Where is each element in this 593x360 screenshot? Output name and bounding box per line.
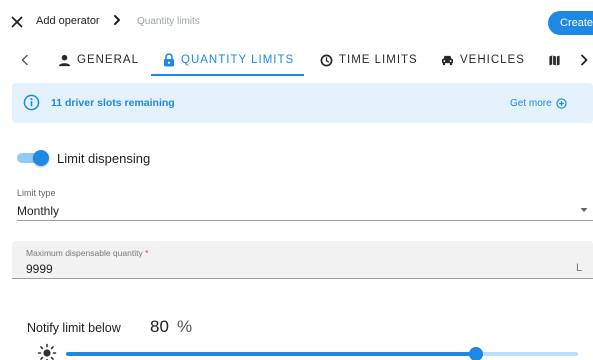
slider-thumb[interactable] (468, 347, 483, 360)
tab-vehicles-label: VEHICLES (460, 54, 525, 66)
tab-vehicles[interactable]: VEHICLES (441, 44, 525, 76)
breadcrumb-add-operator[interactable]: Add operator (36, 15, 100, 27)
tab-quantity-limits-label: QUANTITY LIMITS (181, 54, 295, 66)
notify-limit-label: Notify limit below (27, 321, 121, 335)
map-icon (549, 54, 560, 66)
max-quantity-value[interactable]: 9999 (26, 262, 53, 276)
person-icon (58, 54, 71, 66)
info-icon (23, 94, 40, 111)
add-circle-icon (556, 97, 567, 109)
notify-limit-slider[interactable] (66, 347, 578, 360)
limit-dispensing-toggle[interactable] (17, 150, 49, 166)
tab-general-label: GENERAL (77, 54, 139, 66)
notify-limit-unit: % (177, 317, 193, 336)
breadcrumb-quantity-limits: Quantity limits (137, 16, 200, 27)
tab-map[interactable] (548, 44, 567, 76)
header: Add operator Quantity limits Create (0, 0, 593, 44)
limit-dispensing-label: Limit dispensing (57, 151, 151, 166)
chevron-left-icon[interactable] (18, 52, 32, 68)
limit-type-value: Monthly (17, 204, 60, 218)
car-icon (441, 55, 454, 66)
clock-icon (320, 54, 333, 66)
tab-quantity-limits[interactable]: QUANTITY LIMITS (163, 44, 294, 76)
toggle-knob (33, 150, 49, 166)
tab-bar: GENERAL QUANTITY LIMITS TIME LIMITS VEHI… (0, 44, 593, 76)
tab-general[interactable]: GENERAL (58, 44, 139, 76)
get-more-link[interactable]: Get more (510, 95, 567, 111)
limit-type-label: Limit type (17, 188, 56, 198)
notify-limit-value: 80 (150, 317, 169, 336)
info-banner: 11 driver slots remaining Get more (12, 83, 593, 123)
driver-slots-text: 11 driver slots remaining (51, 97, 175, 109)
slider-fill (66, 352, 476, 356)
active-tab-indicator (151, 74, 304, 76)
close-icon[interactable] (9, 14, 25, 30)
chevron-right-icon[interactable] (577, 52, 591, 68)
max-quantity-unit: L (576, 262, 583, 274)
dropdown-arrow-icon (580, 208, 588, 212)
limit-type-select[interactable]: Monthly (17, 200, 593, 221)
max-quantity-label: Maximum dispensable quantity * (26, 248, 149, 258)
required-mark: * (145, 248, 149, 258)
create-button[interactable]: Create (548, 11, 593, 35)
max-quantity-field[interactable]: Maximum dispensable quantity * 9999 L (12, 241, 593, 279)
sun-icon (37, 343, 57, 360)
get-more-label: Get more (510, 97, 552, 109)
chevron-right-icon (114, 15, 120, 25)
tab-time-limits[interactable]: TIME LIMITS (320, 44, 418, 76)
tab-time-limits-label: TIME LIMITS (339, 54, 418, 66)
lock-icon (164, 53, 174, 67)
